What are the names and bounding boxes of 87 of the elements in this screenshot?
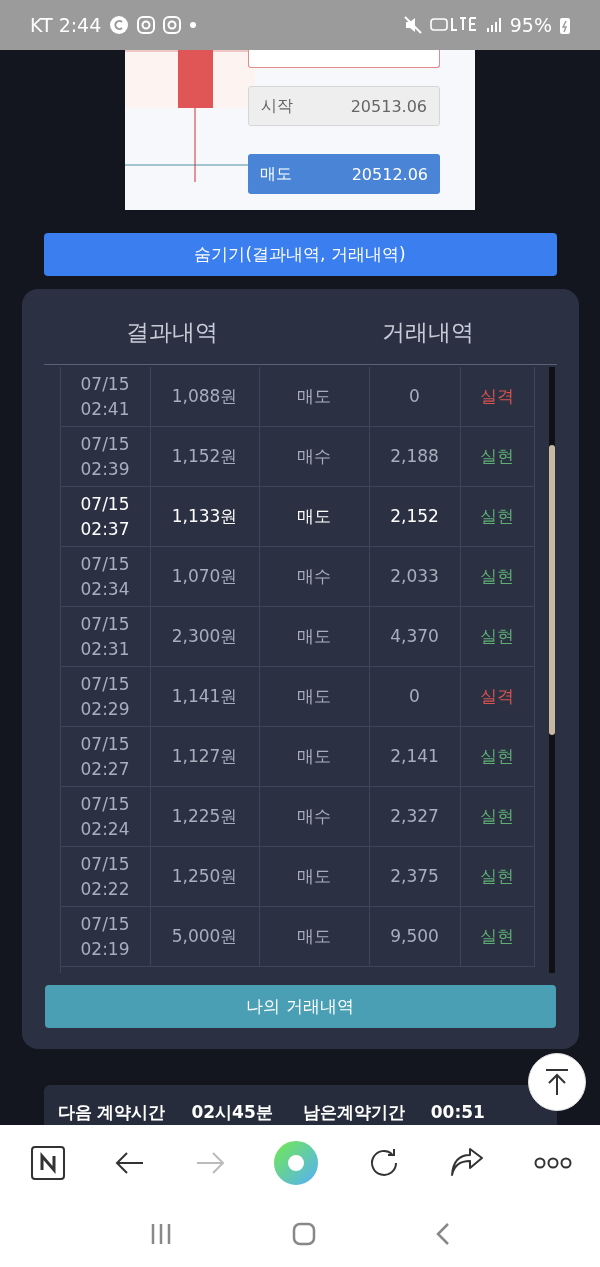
table-row[interactable]: 07/15 02:22 1,250원 매도 2,375 실현 [60, 847, 535, 907]
result-cell: 실현 [460, 607, 535, 666]
table-cell: 1,152원 [150, 427, 260, 486]
hide-button[interactable]: 숨기기(결과내역, 거래내역) [43, 233, 557, 276]
table-cell: 07/15 02:24 [60, 787, 151, 846]
more-icon[interactable] [533, 1155, 572, 1170]
recent-apps-icon[interactable] [150, 1222, 172, 1245]
table-row[interactable]: 07/15 02:37 1,133원 매도 2,152 실현 [60, 487, 535, 547]
app-notification-icon [109, 15, 130, 35]
table-cell: 1,088원 [150, 367, 260, 426]
battery-percent: 95% [509, 14, 552, 36]
info-label: 남은계약기간 [302, 1102, 405, 1122]
info-label: 다음 계약시간 [57, 1102, 166, 1122]
camera-app-icon [163, 16, 182, 34]
table-cell: 1,133원 [150, 487, 260, 546]
scrollbar-thumb[interactable] [548, 445, 555, 735]
result-cell: 실현 [460, 847, 535, 906]
table-cell: 매도 [259, 907, 370, 966]
table-cell: 매도 [259, 607, 370, 666]
result-cell: 실현 [460, 787, 535, 846]
table-cell: 매수 [259, 547, 370, 606]
table-row[interactable]: 07/15 02:34 1,070원 매수 2,033 실현 [60, 547, 535, 607]
table-cell: 5,000원 [150, 907, 260, 966]
table-row[interactable]: 07/15 02:19 5,000원 매도 9,500 실현 [60, 907, 535, 967]
info-value: 00:51 [430, 1102, 485, 1122]
mute-icon [403, 16, 422, 34]
result-cell: 실현 [460, 907, 535, 966]
table-cell: 07/15 02:34 [60, 547, 151, 606]
table-cell: 매도 [259, 667, 370, 726]
table-cell: 2,188 [369, 427, 461, 486]
table-cell: 9,500 [369, 907, 461, 966]
table-cell: 07/15 02:41 [60, 367, 151, 426]
table-cell: 매수 [259, 427, 370, 486]
table-cell: 0 [369, 667, 461, 726]
table-cell: 1,225원 [150, 787, 260, 846]
start-price-tag: 시작 20513.06 [248, 86, 440, 126]
table-row[interactable]: 07/15 02:29 1,141원 매도 0 실격 [60, 667, 535, 727]
result-cell: 실현 [460, 547, 535, 606]
table-cell: 매도 [259, 727, 370, 786]
table-cell: 4,370 [369, 607, 461, 666]
share-icon[interactable] [450, 1146, 485, 1179]
n-logo-icon[interactable] [31, 1145, 65, 1180]
carrier-time: KT 2:44 [30, 14, 102, 36]
camera-app-icon [137, 16, 156, 34]
table-cell: 1,070원 [150, 547, 260, 606]
table-cell: 07/15 02:27 [60, 727, 151, 786]
table-cell: 2,152 [369, 487, 461, 546]
table-cell: 2,327 [369, 787, 461, 846]
back-icon[interactable] [114, 1150, 145, 1175]
table-row[interactable]: 07/15 02:41 1,088원 매도 0 실격 [60, 367, 535, 427]
table-cell: 07/15 02:31 [60, 607, 151, 666]
tab[interactable]: 거래내역 [300, 301, 557, 364]
table-cell: 매수 [259, 787, 370, 846]
table-cell: 07/15 02:22 [60, 847, 151, 906]
result-cell: 실현 [460, 427, 535, 486]
arrow-up-icon [544, 1068, 570, 1096]
table-cell: 07/15 02:19 [60, 907, 151, 966]
history-button[interactable]: 나의 거래내역 [44, 985, 556, 1028]
dot-icon [189, 21, 198, 29]
tab[interactable]: 결과내역 [43, 301, 300, 364]
result-cell: 실현 [460, 727, 535, 786]
result-cell: 실현 [460, 487, 535, 546]
battery-icon [560, 16, 570, 34]
result-cell: 실격 [460, 667, 535, 726]
info-value: 02시45분 [191, 1102, 273, 1122]
table-cell: 07/15 02:29 [60, 667, 151, 726]
table-cell: 2,141 [369, 727, 461, 786]
result-cell: 실격 [460, 367, 535, 426]
table-cell: 매도 [259, 367, 370, 426]
table-cell: 1,127원 [150, 727, 260, 786]
home-icon[interactable] [292, 1221, 316, 1246]
table-cell: 07/15 02:39 [60, 427, 151, 486]
table-row[interactable]: 07/15 02:39 1,152원 매수 2,188 실현 [60, 427, 535, 487]
table-cell: 매도 [259, 487, 370, 546]
sell-price-tag: 매도 20512.06 [248, 154, 440, 194]
table-row[interactable]: 07/15 02:27 1,127원 매도 2,141 실현 [60, 727, 535, 787]
table-cell: 07/15 02:37 [60, 487, 151, 546]
table-cell: 2,375 [369, 847, 461, 906]
table-cell: 매도 [259, 847, 370, 906]
table-cell: 1,141원 [150, 667, 260, 726]
table-cell: 2,033 [369, 547, 461, 606]
signal-icon [485, 17, 502, 33]
table-cell: 0 [369, 367, 461, 426]
table-row[interactable]: 07/15 02:31 2,300원 매도 4,370 실현 [60, 607, 535, 667]
table-row[interactable]: 07/15 02:24 1,225원 매수 2,327 실현 [60, 787, 535, 847]
table-cell: 2,300원 [150, 607, 260, 666]
table-cell: 1,250원 [150, 847, 260, 906]
